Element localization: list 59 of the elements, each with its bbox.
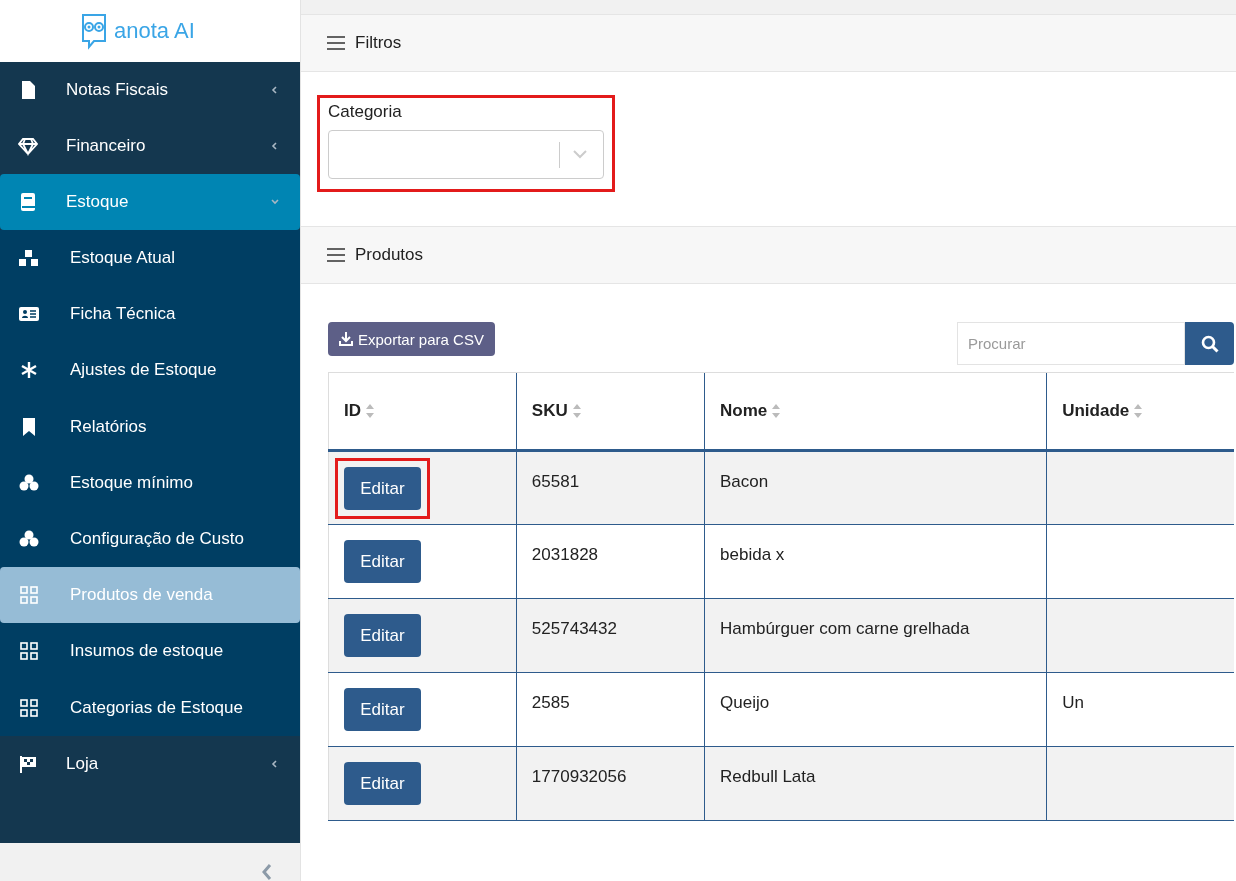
- table-cell: Redbull Lata: [720, 767, 816, 786]
- table-cell: 65581: [531, 472, 580, 491]
- caret-icon: [270, 85, 280, 95]
- table-cell: Hambúrguer com carne grelhada: [720, 619, 970, 638]
- grid-icon: [18, 697, 40, 718]
- edit-button[interactable]: Editar: [344, 467, 421, 510]
- collapse-chevron-icon[interactable]: [260, 863, 274, 881]
- export-csv-button[interactable]: Exportar para CSV: [328, 322, 495, 356]
- category-select[interactable]: [328, 130, 604, 179]
- table-cell: 1770932056: [531, 767, 627, 786]
- brand-name: anota AI: [114, 18, 195, 44]
- field-label: Categoria: [328, 102, 403, 122]
- sidebar-menu-item[interactable]: Estoque: [0, 174, 300, 230]
- section-title: Filtros: [355, 33, 402, 53]
- sidebar-menu-item[interactable]: Financeiro: [0, 118, 300, 174]
- sort-icon: [571, 403, 582, 419]
- book-icon: [18, 192, 38, 212]
- sidebar-submenu-item[interactable]: Categorias de Estoque: [0, 679, 300, 736]
- sort-icon: [365, 403, 375, 419]
- caret-icon: [270, 758, 280, 769]
- sidebar-submenu-item[interactable]: Relatórios: [0, 398, 300, 455]
- edit-button[interactable]: Editar: [344, 688, 421, 731]
- table-cell: Bacon: [720, 472, 769, 491]
- menu-icon: [327, 36, 345, 50]
- sidebar-submenu-item[interactable]: Ficha Técnica: [0, 286, 300, 343]
- diamond-icon: [18, 136, 38, 156]
- table-cell: Queijo: [720, 693, 770, 712]
- grid-icon: [18, 641, 40, 662]
- owl-logo-icon: [80, 12, 108, 50]
- section-title: Produtos: [355, 245, 424, 265]
- search-field[interactable]: Procurar: [957, 322, 1185, 365]
- sort-icon: [1133, 403, 1144, 419]
- cubes-icon: [18, 472, 40, 493]
- caret-icon: [270, 141, 280, 151]
- menu-icon: [327, 248, 345, 262]
- table-cell: Un: [1062, 693, 1084, 712]
- sidebar-menu-item[interactable]: Notas Fiscais: [0, 62, 300, 118]
- edit-button[interactable]: Editar: [344, 540, 421, 583]
- sidebar-submenu-item[interactable]: Configuração de Custo: [0, 510, 300, 568]
- chevron-down-icon: [573, 150, 587, 159]
- sidebar-menu-item[interactable]: Loja: [0, 735, 300, 792]
- edit-button[interactable]: Editar: [344, 762, 421, 805]
- search-icon: [1200, 334, 1219, 353]
- sidebar-submenu-item[interactable]: Estoque Atual: [0, 230, 300, 287]
- flag-icon: [18, 753, 38, 774]
- caret-icon: [270, 197, 280, 207]
- sidebar-submenu-item[interactable]: Ajustes de Estoque: [0, 342, 300, 399]
- table-cell: bebida x: [720, 545, 785, 564]
- sidebar-submenu-item[interactable]: Insumos de estoque: [0, 623, 300, 680]
- table-cell: 2585: [531, 693, 570, 712]
- edit-button[interactable]: Editar: [344, 614, 421, 657]
- grid-icon: [18, 585, 40, 606]
- search-button[interactable]: [1185, 322, 1234, 365]
- download-icon: [339, 332, 353, 346]
- table-cell: 525743432: [531, 619, 617, 638]
- table-cell: 2031828: [531, 545, 599, 564]
- sort-icon: [771, 403, 782, 419]
- sidebar-submenu-item[interactable]: Estoque mínimo: [0, 454, 300, 511]
- boxes-icon: [18, 248, 40, 269]
